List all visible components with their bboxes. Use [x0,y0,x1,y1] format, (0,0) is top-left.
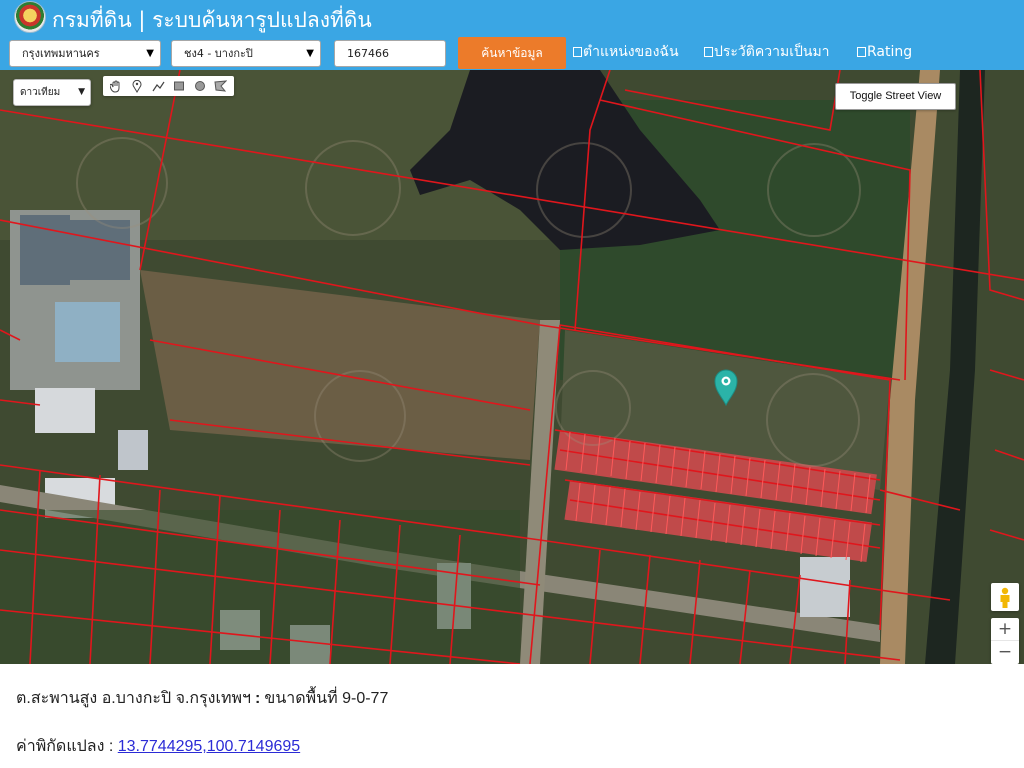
tree-cover [0,510,520,664]
zoom-in-button[interactable]: + [991,618,1019,641]
checkbox-box[interactable] [573,47,582,57]
building-roof [35,388,95,433]
map-canvas[interactable] [0,70,1024,664]
search-button[interactable]: ค้นหาข้อมูล [458,37,566,69]
polyline-icon-graphic [152,81,165,91]
tank-grid [70,220,130,280]
zoom-out-button[interactable]: − [991,641,1019,664]
my-location-label: ตำแหน่งของฉัน [583,44,679,60]
my-location-checkbox[interactable]: ตำแหน่งของฉัน [573,42,679,62]
province-select-value: กรุงเทพมหานคร [22,47,100,60]
toggle-street-view-button[interactable]: Toggle Street View [835,83,956,110]
parcel-location: ต.สะพานสูง อ.บางกะปิ จ.กรุงเทพฯ [16,690,252,707]
polygon-icon[interactable] [214,79,228,93]
pegman-graphic [1000,587,1010,608]
basemap-select-value: ดาวเทียม [20,87,61,98]
parcel-number-input[interactable]: 167466 [334,40,446,67]
parcel-coordinates: ค่าพิกัดแปลง : 13.7744295,100.7149695 [16,734,300,759]
header-bar: กรมที่ดิน | ระบบค้นหารูปแปลงที่ดิน กรุงเ… [0,0,1024,70]
polyline-icon[interactable] [151,79,165,93]
circle-icon-graphic [194,81,205,91]
province-select[interactable]: กรุงเทพมหานคร ▼ [9,40,161,67]
hand-icon-graphic [110,80,120,93]
building-roof [55,302,120,362]
district-select-value: ชง4 - บางกะปิ [184,47,253,60]
page-title: กรมที่ดิน | ระบบค้นหารูปแปลงที่ดิน [52,8,372,32]
rating-label: Rating [867,44,913,60]
chevron-down-icon: ▼ [146,48,154,59]
coordinate-label: ค่าพิกัดแปลง : [16,738,114,755]
street-view-pegman-icon[interactable] [991,583,1019,611]
basemap-select[interactable]: ดาวเทียม ▼ [13,79,91,106]
checkbox-box[interactable] [857,47,866,57]
location-pin-icon[interactable] [712,367,740,407]
satellite-map[interactable]: ดาวเทียม ▼ Toggle Street View + − [0,70,1024,664]
parcel-number-value: 167466 [347,47,389,60]
history-checkbox[interactable]: ประวัติความเป็นมา [704,42,830,62]
parcel-info: ต.สะพานสูง อ.บางกะปิ จ.กรุงเทพฯ: ขนาดพื้น… [16,686,388,711]
rectangle-icon[interactable] [172,79,186,93]
marker-icon[interactable] [130,79,144,93]
history-label: ประวัติความเป็นมา [714,44,830,60]
department-logo [14,1,46,33]
chevron-down-icon: ▼ [78,87,85,97]
hand-icon[interactable] [109,79,123,93]
rectangle-icon-graphic [173,81,184,91]
location-pin-graphic [714,369,738,407]
coordinate-link[interactable]: 13.7744295,100.7149695 [118,738,300,755]
parcel-area: ขนาดพื้นที่ 9-0-77 [264,690,389,707]
polygon-icon-graphic [214,80,228,92]
info-separator: : [255,690,261,707]
zoom-control: + − [991,618,1019,664]
circle-icon[interactable] [193,79,207,93]
building-roof [118,430,148,470]
drawing-toolbar [103,76,234,96]
district-select[interactable]: ชง4 - บางกะปิ ▼ [171,40,321,67]
building-roof [800,557,850,617]
rating-checkbox[interactable]: Rating [857,42,912,62]
chevron-down-icon: ▼ [306,48,314,59]
marker-icon-graphic [132,79,142,93]
checkbox-box[interactable] [704,47,713,57]
